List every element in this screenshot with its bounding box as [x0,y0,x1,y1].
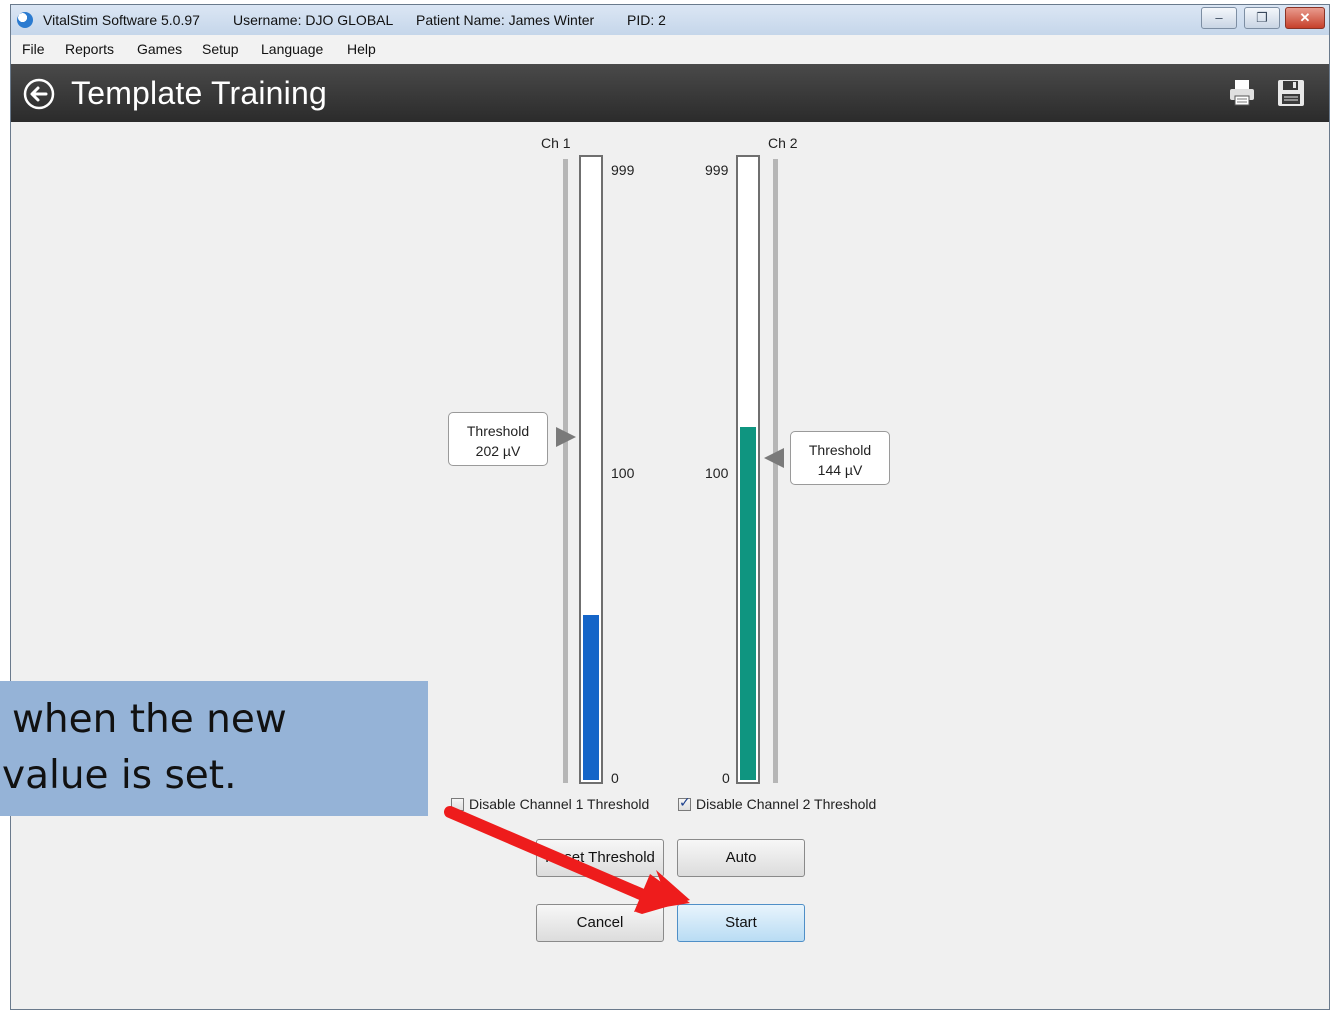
disable-channel-1-label: Disable Channel 1 Threshold [469,796,650,812]
channel-2-threshold-pointer[interactable] [764,448,784,468]
channel-2-threshold-box[interactable]: Threshold 144 µV [790,431,890,485]
disable-channel-2-checkbox[interactable] [678,795,691,811]
channel-1-meter [579,155,603,784]
app-title: VitalStim Software 5.0.97 [43,12,200,28]
instruction-callout: when the new value is set. [0,681,428,816]
channel-2-label: Ch 2 [768,135,798,151]
disable-channel-1-checkbox[interactable] [451,798,464,811]
close-button[interactable]: ✕ [1285,7,1325,29]
start-button[interactable]: Start [677,904,805,942]
channel-2-rail [773,159,778,783]
channel-1-level-bar [583,615,599,780]
minimize-button[interactable]: – [1201,7,1237,29]
menu-help[interactable]: Help [347,41,376,57]
disable-channel-2-option[interactable]: Disable Channel 2 Threshold [678,795,877,812]
menu-games[interactable]: Games [137,41,182,57]
channel-2-tick-mid: 100 [705,465,729,481]
training-panel: Ch 1 999 100 0 Threshold 202 µV Ch 2 999… [11,122,1329,1009]
menu-language[interactable]: Language [261,41,323,57]
title-bar: VitalStim Software 5.0.97 Username: DJO … [11,5,1329,36]
back-arrow-circle-icon[interactable] [23,78,55,110]
pid-label: PID: 2 [627,12,666,28]
callout-line-2: value is set. [2,753,237,798]
restore-button[interactable]: ❐ [1244,7,1280,29]
channel-1-threshold-box[interactable]: Threshold 202 µV [448,412,548,466]
menu-setup[interactable]: Setup [202,41,239,57]
channel-2-tick-min: 0 [722,770,730,786]
channel-1-rail [563,159,568,783]
channel-1-threshold-label: Threshold [466,423,530,439]
floppy-disk-icon[interactable] [1276,78,1306,108]
channel-1-tick-mid: 100 [611,465,635,481]
disable-channel-1-option[interactable]: Disable Channel 1 Threshold [451,796,649,812]
channel-1-label: Ch 1 [541,135,571,151]
channel-2-tick-max: 999 [705,162,729,178]
channel-1-tick-max: 999 [611,162,635,178]
app-logo-icon [17,12,33,28]
callout-line-1: when the new [12,697,287,742]
printer-icon[interactable] [1227,78,1257,108]
cancel-button[interactable]: Cancel [536,904,664,942]
app-window: VitalStim Software 5.0.97 Username: DJO … [10,4,1330,1010]
channel-1-tick-min: 0 [611,770,619,786]
username-label: Username: DJO GLOBAL [233,12,394,28]
reset-threshold-button[interactable]: Reset Threshold [536,839,664,877]
disable-channel-2-label: Disable Channel 2 Threshold [696,796,877,812]
auto-button[interactable]: Auto [677,839,805,877]
channel-1-threshold-pointer[interactable] [556,427,576,447]
channel-2-threshold-label: Threshold [808,442,872,458]
page-title: Template Training [71,75,327,111]
menu-file[interactable]: File [22,41,45,57]
channel-1-threshold-value: 202 µV [475,443,521,459]
page-header: Template Training [11,64,1329,122]
patient-name-label: Patient Name: James Winter [416,12,595,28]
channel-2-meter [736,155,760,784]
menu-reports[interactable]: Reports [65,41,114,57]
channel-2-threshold-value: 144 µV [817,462,863,478]
menu-bar: File Reports Games Setup Language Help [11,35,1329,64]
channel-2-level-bar [740,427,756,780]
